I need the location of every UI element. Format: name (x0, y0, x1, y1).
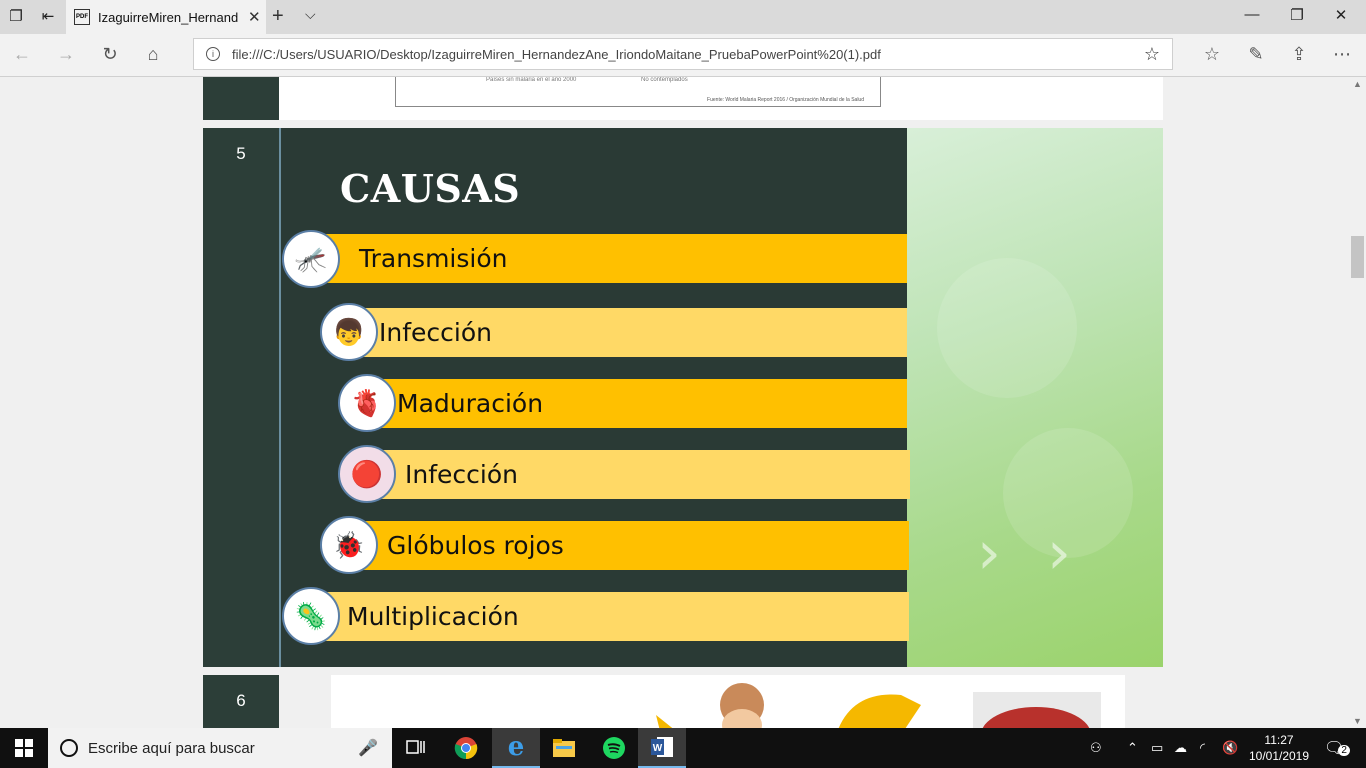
notification-count: 2 (1338, 745, 1350, 756)
close-tab-icon[interactable]: ✕ (248, 8, 261, 26)
scrollbar[interactable]: ▲ ▼ (1349, 77, 1366, 728)
cause-bar-6: Multiplicación (309, 592, 909, 641)
forward-icon[interactable]: → (54, 44, 78, 65)
taskbar-search-box[interactable]: Escribe aquí para buscar 🎤 (48, 728, 392, 768)
slide-6 (331, 675, 1125, 728)
pdf-viewer[interactable]: Países sin malaria en el año 2000 No con… (0, 77, 1366, 728)
slide-title: CAUSAS (340, 166, 521, 211)
slide-number: 6 (236, 691, 246, 710)
cortana-icon (60, 739, 78, 757)
url-text: file:///C:/Users/USUARIO/Desktop/Izaguir… (232, 46, 881, 62)
restore-icon[interactable]: ❐ (1282, 6, 1312, 24)
chevron-up-icon[interactable]: ⌃ (1127, 740, 1138, 756)
cause-label: Maduración (397, 389, 544, 418)
cause-label: Infección (405, 460, 518, 489)
new-tab-icon[interactable]: + (272, 5, 284, 28)
navigation-bar: ← → ↻ ⌂ i file:///C:/Users/USUARIO/Deskt… (0, 34, 1366, 77)
legend-text: No contemplados (641, 77, 688, 83)
cause-bar-2: Infección (341, 308, 907, 357)
task-view-icon[interactable] (392, 728, 440, 768)
search-placeholder: Escribe aquí para buscar (88, 739, 255, 757)
cause-label: Multiplicación (347, 602, 519, 631)
cause-bar-3: Maduración (365, 379, 907, 428)
more-icon[interactable]: ⋯ (1330, 44, 1354, 65)
pdf-icon: PDF (74, 9, 90, 25)
red-cell-character-icon: 🐞 (320, 516, 378, 574)
svg-text:W: W (653, 743, 663, 754)
close-window-icon[interactable]: ✕ (1326, 6, 1356, 24)
scroll-down-icon[interactable]: ▼ (1353, 716, 1362, 726)
tab-active[interactable]: PDF IzaguirreMiren_Hernandez ✕ (66, 0, 266, 34)
microbes-icon: 🦠 (282, 587, 340, 645)
arrow-shape (838, 694, 921, 728)
pen-icon[interactable]: ✎ (1244, 44, 1268, 65)
clock[interactable]: 11:27 10/01/2019 (1243, 732, 1315, 764)
cause-bar-4: Infección (365, 450, 910, 499)
slide-6-sidebar: 6 (203, 675, 279, 728)
cause-label: Infección (379, 318, 492, 347)
edge-icon[interactable]: e (492, 728, 540, 768)
slide-number: 5 (236, 144, 246, 163)
red-cells-icon: 🔴 (338, 445, 396, 503)
slide-6-illustration (656, 683, 1101, 728)
source-text: Fuente: World Malaria Report 2016 / Orga… (707, 97, 864, 103)
slide-4: Países sin malaria en el año 2000 No con… (279, 77, 1163, 120)
taskbar: Escribe aquí para buscar 🎤 e W ⚇ ⌃ ▭ ☁ ◜… (0, 728, 1366, 768)
cause-label: Glóbulos rojos (387, 531, 564, 560)
address-bar[interactable]: i file:///C:/Users/USUARIO/Desktop/Izagu… (193, 38, 1173, 70)
chevron-right-icon: › (1047, 518, 1071, 588)
scroll-up-icon[interactable]: ▲ (1353, 79, 1362, 89)
child-bitten-icon: 👦 (320, 303, 378, 361)
favorites-icon[interactable]: ☆ (1200, 44, 1224, 65)
minimize-icon[interactable]: — (1237, 6, 1267, 23)
legend-text: Países sin malaria en el año 2000 (486, 77, 577, 83)
favorite-star-icon[interactable]: ☆ (1144, 44, 1160, 65)
date-text: 10/01/2019 (1248, 749, 1310, 763)
volume-muted-icon[interactable]: 🔇 (1222, 740, 1238, 756)
microphone-icon[interactable]: 🎤 (358, 738, 378, 758)
slide-5: › › CAUSAS Transmisión 🦟 Infección 👦 Mad… (279, 128, 1163, 667)
windows-start-icon[interactable] (0, 728, 48, 768)
people-icon[interactable]: ⚇ (1090, 740, 1102, 756)
tab-bar: ❐ ⇤ PDF IzaguirreMiren_Hernandez ✕ + ⌵ —… (0, 0, 1366, 34)
word-icon[interactable]: W (638, 728, 686, 768)
scroll-thumb[interactable] (1351, 236, 1364, 278)
refresh-icon[interactable]: ↻ (98, 44, 122, 65)
slide-5-sidebar: 5 (203, 128, 279, 667)
info-icon[interactable]: i (206, 47, 220, 61)
liver-icon: 🫀 (338, 374, 396, 432)
slide-4-sidebar (203, 77, 279, 120)
battery-icon[interactable]: ▭ (1151, 740, 1163, 756)
wifi-icon[interactable]: ◜ (1200, 740, 1205, 756)
home-icon[interactable]: ⌂ (141, 44, 165, 65)
cause-label: Transmisión (359, 244, 508, 273)
action-center-icon[interactable]: 🗨2 (1324, 738, 1350, 758)
tab-title: IzaguirreMiren_Hernandez (98, 9, 238, 25)
set-aside-tabs-icon[interactable]: ⇤ (36, 6, 60, 28)
mosquito-icon: 🦟 (282, 230, 340, 288)
cause-bar-5: Glóbulos rojos (343, 521, 909, 570)
onedrive-icon[interactable]: ☁ (1174, 740, 1187, 756)
timeline-line (279, 128, 281, 667)
map-legend: Países sin malaria en el año 2000 No con… (395, 77, 881, 107)
cause-bar-1: Transmisión (307, 234, 907, 283)
chevron-right-icon: › (977, 518, 1001, 588)
chrome-icon[interactable] (442, 728, 490, 768)
tab-manager-icon[interactable]: ❐ (4, 6, 28, 28)
back-icon[interactable]: ← (10, 44, 34, 65)
green-decoration: › › (907, 128, 1163, 667)
time-text: 11:27 (1264, 733, 1294, 747)
file-explorer-icon[interactable] (540, 728, 588, 768)
chevron-down-icon[interactable]: ⌵ (305, 6, 316, 23)
decorative-circle (937, 258, 1077, 398)
share-icon[interactable]: ⇪ (1287, 44, 1311, 65)
arrow-shape (656, 715, 673, 728)
spotify-icon[interactable] (590, 728, 638, 768)
